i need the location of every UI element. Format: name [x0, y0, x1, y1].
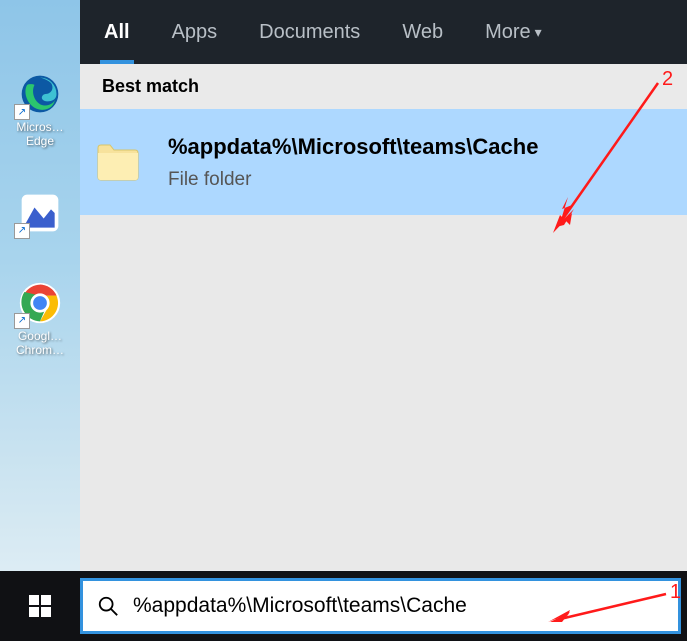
desktop-area: ↗ Micros…Edge ↗ ↗ Googl…Chrom: [0, 0, 80, 571]
app-icon: ↗: [16, 189, 64, 237]
search-icon: [97, 595, 119, 617]
chrome-icon: ↗: [16, 279, 64, 327]
section-header-best-match: Best match: [80, 64, 687, 109]
windows-logo-icon: [29, 595, 51, 617]
tab-web[interactable]: Web: [402, 0, 443, 64]
desktop-icon-label: Googl…Chrom…: [16, 329, 64, 358]
taskbar: [0, 571, 687, 641]
edge-icon: ↗: [16, 70, 64, 118]
search-results-panel: All Apps Documents Web More ▾ Best match…: [80, 0, 687, 571]
shortcut-arrow-icon: ↗: [14, 104, 30, 120]
desktop-icon-edge[interactable]: ↗ Micros…Edge: [10, 70, 70, 149]
folder-icon: [96, 143, 140, 181]
results-empty-area: [80, 215, 687, 572]
shortcut-arrow-icon: ↗: [14, 313, 30, 329]
result-title: %appdata%\Microsoft\teams\Cache: [168, 133, 665, 161]
tab-documents[interactable]: Documents: [259, 0, 360, 64]
desktop-icon-generic[interactable]: ↗: [10, 189, 70, 239]
desktop-icon-chrome[interactable]: ↗ Googl…Chrom…: [10, 279, 70, 358]
tab-apps[interactable]: Apps: [172, 0, 218, 64]
search-tabs: All Apps Documents Web More ▾: [80, 0, 687, 64]
search-result-item[interactable]: %appdata%\Microsoft\teams\Cache File fol…: [80, 109, 687, 215]
search-input[interactable]: [133, 594, 664, 618]
start-button[interactable]: [0, 571, 80, 641]
tab-more[interactable]: More ▾: [485, 0, 542, 64]
desktop-icon-label: Micros…Edge: [16, 120, 63, 149]
result-subtitle: File folder: [168, 169, 665, 191]
tab-all[interactable]: All: [104, 0, 130, 64]
shortcut-arrow-icon: ↗: [14, 223, 30, 239]
search-box[interactable]: [80, 578, 681, 634]
chevron-down-icon: ▾: [535, 24, 542, 41]
